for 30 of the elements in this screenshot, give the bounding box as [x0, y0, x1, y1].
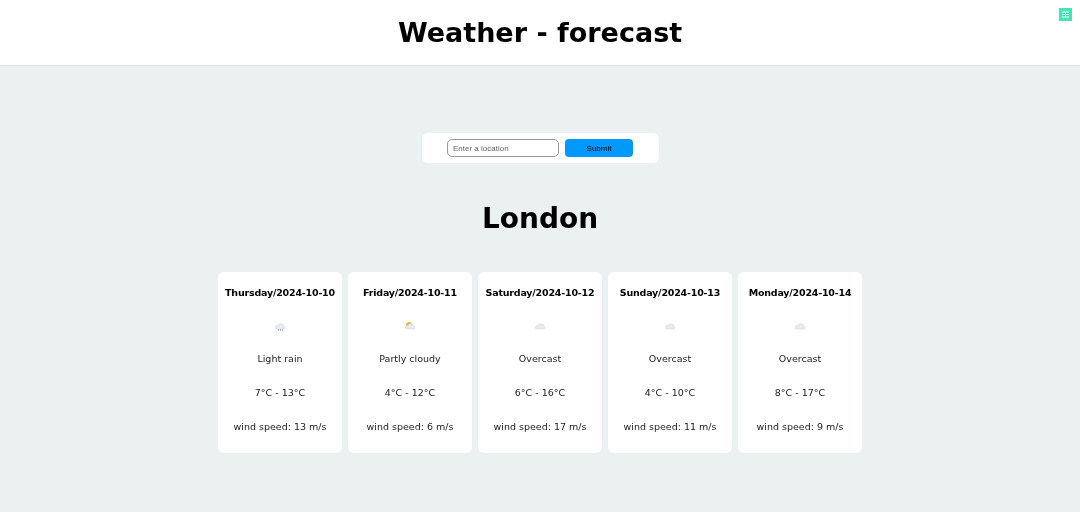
wind-speed: wind speed: 17 m/s — [493, 421, 587, 432]
submit-button[interactable]: Submit — [565, 139, 633, 157]
rain-cloud-icon — [274, 321, 286, 331]
wind-speed: wind speed: 13 m/s — [233, 421, 327, 432]
forecast-date: Monday/2024-10-14 — [748, 287, 852, 298]
temperature-range: 7°C - 13°C — [254, 387, 306, 398]
logo-icon — [1059, 8, 1072, 21]
cloud-icon — [794, 321, 806, 331]
forecast-date: Sunday/2024-10-13 — [619, 287, 721, 298]
temperature-range: 4°C - 10°C — [644, 387, 696, 398]
location-input[interactable]: Enter a location — [447, 139, 559, 157]
page-title: Weather - forecast — [397, 17, 683, 48]
city-name: London — [480, 203, 600, 235]
weather-condition: Overcast — [778, 353, 822, 364]
cloud-icon — [534, 321, 546, 331]
wind-speed: wind speed: 9 m/s — [756, 421, 844, 432]
wind-speed: wind speed: 11 m/s — [623, 421, 717, 432]
forecast-date: Thursday/2024-10-10 — [225, 287, 335, 298]
forecast-date: Saturday/2024-10-12 — [485, 287, 595, 298]
sun-cloud-icon — [404, 321, 416, 331]
temperature-range: 6°C - 16°C — [514, 387, 566, 398]
forecast-date: Friday/2024-10-11 — [363, 287, 457, 298]
temperature-range: 4°C - 12°C — [384, 387, 436, 398]
wind-speed: wind speed: 6 m/s — [366, 421, 454, 432]
temperature-range: 8°C - 17°C — [774, 387, 826, 398]
cloud-icon — [664, 321, 676, 331]
weather-condition: Partly cloudy — [379, 353, 441, 364]
weather-condition: Overcast — [518, 353, 562, 364]
weather-condition: Light rain — [257, 353, 303, 364]
weather-condition: Overcast — [648, 353, 692, 364]
